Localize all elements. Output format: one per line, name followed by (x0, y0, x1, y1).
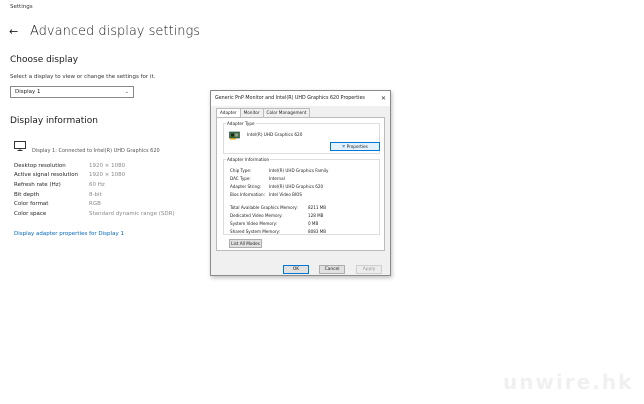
display-select[interactable]: Display 1 ⌄ (10, 86, 134, 98)
info-key: Adapter String: (230, 184, 262, 189)
info-value: 1920 × 1080 (89, 162, 126, 169)
info-value: Intel Video BIOS (269, 192, 302, 197)
ok-button[interactable]: OK (283, 265, 309, 274)
info-kv-row: Adapter String: Intel(R) UHD Graphics 62… (230, 184, 323, 189)
info-label: Bit depth (14, 191, 40, 198)
chevron-down-icon: ⌄ (124, 89, 129, 95)
adapter-properties-dialog: Generic PnP Monitor and Intel(R) UHD Gra… (210, 90, 391, 276)
monitor-connection-text: Display 1: Connected to Intel(R) UHD Gra… (32, 148, 160, 154)
info-row: Color space Standard dynamic range (SDR) (14, 209, 175, 219)
info-value: RGB (89, 201, 101, 208)
cancel-button[interactable]: Cancel (319, 265, 345, 274)
info-row: Desktop resolution 1920 × 1080 (14, 161, 175, 171)
memory-key: System Video Memory: (230, 221, 278, 226)
close-icon[interactable]: ✕ (381, 91, 386, 106)
info-kv-row: Bios Information: Intel Video BIOS (230, 192, 302, 197)
properties-button-label: Properties (346, 144, 368, 149)
memory-kv-row: Dedicated Video Memory: 128 MB (230, 213, 323, 218)
info-value: Intel(R) UHD Graphics Family (269, 168, 329, 173)
info-value: Internal (269, 176, 285, 181)
graphics-card-icon (229, 131, 240, 140)
monitor-row: Display 1: Connected to Intel(R) UHD Gra… (14, 141, 160, 154)
back-arrow-icon[interactable]: ← (9, 25, 18, 39)
info-value: 1920 × 1080 (89, 172, 126, 179)
adapter-type-label: Adapter Type (226, 121, 256, 126)
display-info-table: Desktop resolution 1920 × 1080 Active si… (14, 161, 175, 219)
info-kv-row: Chip Type: Intel(R) UHD Graphics Family (230, 168, 328, 173)
info-value: Intel(R) UHD Graphics 620 (269, 184, 324, 189)
memory-value: 0 MB (308, 221, 319, 226)
list-all-modes-button[interactable]: List All Modes (229, 239, 262, 248)
window-title: Settings (10, 4, 33, 10)
dialog-tabs: Adapter Monitor Color Management (216, 108, 311, 117)
adapter-info-label: Adapter Information (226, 157, 271, 162)
info-key: DAC Type: (230, 176, 251, 181)
info-row: Bit depth 8-bit (14, 190, 175, 200)
memory-kv-row: Shared System Memory: 8083 MB (230, 229, 326, 234)
page-title: Advanced display settings (30, 24, 201, 39)
memory-kv-row: Total Available Graphics Memory: 8211 MB (230, 205, 326, 210)
memory-key: Shared System Memory: (230, 229, 281, 234)
dialog-title: Generic PnP Monitor and Intel(R) UHD Gra… (215, 96, 365, 101)
properties-button[interactable]: ⛨ Properties (330, 142, 380, 151)
info-row: Active signal resolution 1920 × 1080 (14, 171, 175, 181)
memory-value: 8083 MB (308, 229, 327, 234)
memory-value: 8211 MB (308, 205, 327, 210)
info-key: Bios Information: (230, 192, 265, 197)
info-label: Refresh rate (Hz) (14, 181, 61, 188)
memory-kv-row: System Video Memory: 0 MB (230, 221, 318, 226)
info-value: 8-bit (89, 191, 102, 198)
info-label: Color format (14, 201, 49, 208)
choose-display-subtitle: Select a display to view or change the s… (10, 74, 156, 80)
watermark: unwire.hk (503, 370, 634, 394)
dialog-titlebar: Generic PnP Monitor and Intel(R) UHD Gra… (211, 91, 390, 106)
info-key: Chip Type: (230, 168, 252, 173)
info-value: 60 Hz (89, 181, 105, 188)
info-row: Refresh rate (Hz) 60 Hz (14, 180, 175, 190)
apply-button[interactable]: Apply (356, 265, 382, 274)
display-info-heading: Display information (10, 116, 98, 126)
display-select-value: Display 1 (15, 89, 41, 95)
tab-monitor[interactable]: Monitor (239, 108, 264, 117)
info-value: Standard dynamic range (SDR) (89, 210, 175, 217)
adapter-tab-panel: Adapter Type Intel(R) UHD Graphics 620 ⛨… (216, 117, 385, 251)
memory-key: Total Available Graphics Memory: (230, 205, 298, 210)
info-kv-row: DAC Type: Internal (230, 176, 285, 181)
memory-key: Dedicated Video Memory: (230, 213, 283, 218)
tab-color-management[interactable]: Color Management (262, 108, 311, 117)
info-row: Color format RGB (14, 199, 175, 209)
info-label: Desktop resolution (14, 162, 66, 169)
display-adapter-properties-link[interactable]: Display adapter properties for Display 1 (14, 231, 124, 237)
monitor-icon (14, 141, 26, 151)
choose-display-heading: Choose display (10, 55, 79, 65)
info-label: Active signal resolution (14, 172, 79, 179)
shield-icon: ⛨ (342, 144, 346, 149)
adapter-name: Intel(R) UHD Graphics 620 (247, 132, 303, 137)
memory-value: 128 MB (308, 213, 324, 218)
info-label: Color space (14, 210, 47, 217)
tab-adapter[interactable]: Adapter (216, 108, 241, 117)
